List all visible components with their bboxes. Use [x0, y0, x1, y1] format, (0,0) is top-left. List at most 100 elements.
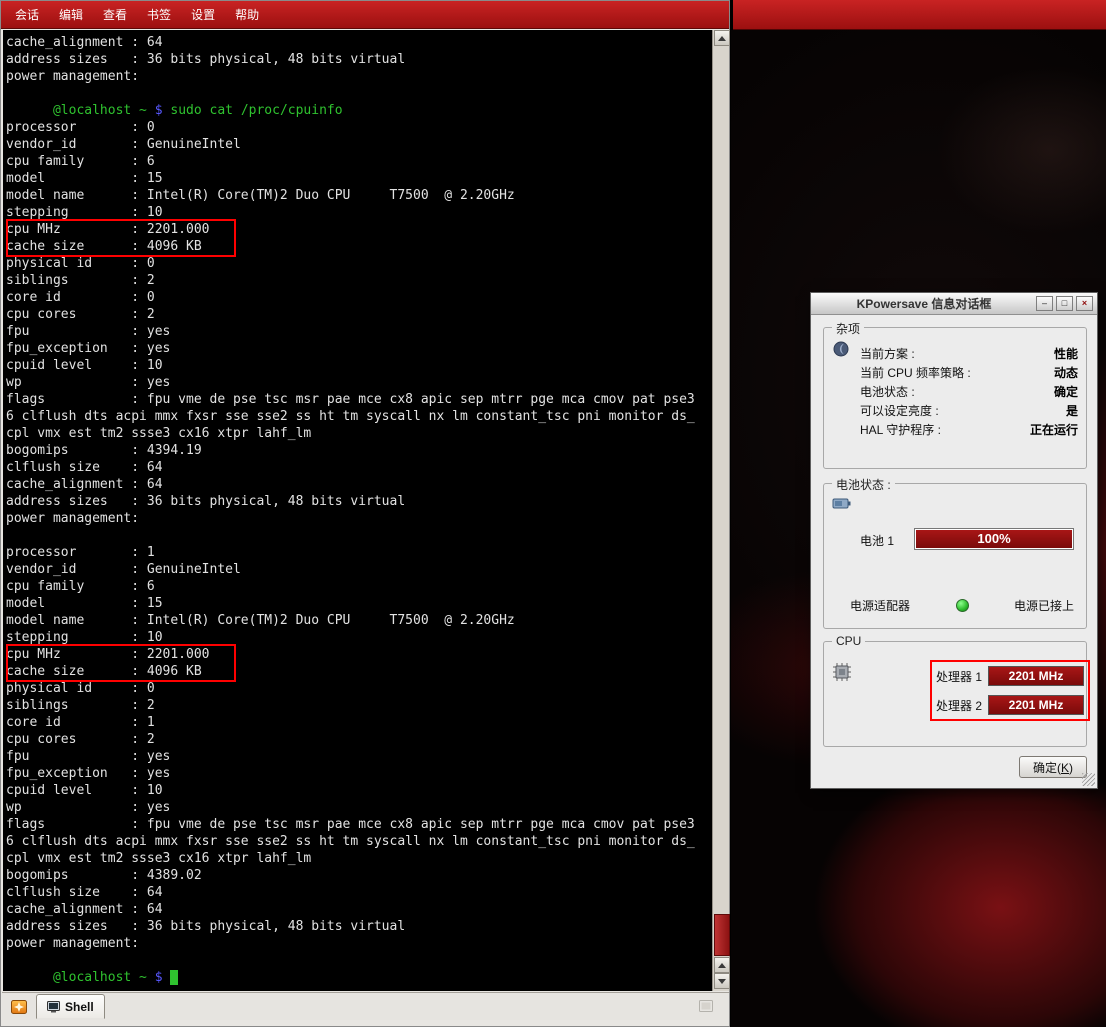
powersave-icon — [832, 340, 850, 361]
processor-row: 处理器 12201 MHz — [936, 666, 1084, 686]
battery-label: 电池 1 — [860, 532, 894, 549]
dialog-title: KPowersave 信息对话框 — [815, 295, 1033, 312]
terminal-line: flags : fpu vme de pse tsc msr pae mce c… — [6, 816, 710, 833]
info-row: 当前方案 : 性能 — [860, 344, 1078, 363]
menu-item-2[interactable]: 编辑 — [49, 3, 93, 26]
scroll-up-button[interactable] — [714, 30, 730, 46]
terminal-line: 6 clflush dts acpi mmx fxsr sse sse2 ss … — [6, 833, 710, 850]
terminal-line: siblings : 2 — [6, 272, 710, 289]
terminal-line: clflush size : 64 — [6, 884, 710, 901]
group-cpu: CPU 处理器 12201 MHz处理器 22201 MHz — [823, 641, 1087, 747]
cpu-frequency-bar: 2201 MHz — [988, 695, 1084, 715]
terminal-line — [6, 952, 710, 969]
group-battery-title: 电池状态 : — [832, 476, 895, 493]
terminal-line: fpu : yes — [6, 748, 710, 765]
shell-tab-label: Shell — [65, 1000, 94, 1014]
terminal-line: vendor_id : GenuineIntel — [6, 136, 710, 153]
dialog-titlebar[interactable]: KPowersave 信息对话框 – □ × — [811, 293, 1097, 315]
group-battery: 电池状态 : 电池 1 100% 电源适配器 电源已接上 — [823, 483, 1087, 629]
terminal-line: physical id : 0 — [6, 680, 710, 697]
new-session-button[interactable] — [7, 995, 31, 1019]
terminal-line: fpu_exception : yes — [6, 340, 710, 357]
terminal-line: cpl vmx est tm2 ssse3 cx16 xtpr lahf_lm — [6, 425, 710, 442]
scroll-up-icon — [718, 36, 726, 41]
menu-item-6[interactable]: 帮助 — [225, 3, 269, 26]
info-label: 可以设定亮度 : — [860, 402, 939, 419]
terminal-line: wp : yes — [6, 374, 710, 391]
scroll-up-icon — [718, 963, 726, 968]
terminal-line: fpu : yes — [6, 323, 710, 340]
info-label: 当前 CPU 频率策略 : — [860, 364, 971, 381]
menu-item-5[interactable]: 设置 — [181, 3, 225, 26]
menu-item-4[interactable]: 书签 — [137, 3, 181, 26]
terminal-viewport[interactable]: cache_alignment : 64address sizes : 36 b… — [3, 30, 712, 991]
terminal-line: cpu cores : 2 — [6, 731, 710, 748]
terminal-line: cpu cores : 2 — [6, 306, 710, 323]
info-row: HAL 守护程序 :正在运行 — [860, 420, 1078, 439]
info-value: 动态 — [1054, 364, 1078, 381]
terminal-line: cpu family : 6 — [6, 153, 710, 170]
terminal-line: cache size : 4096 KB — [6, 238, 710, 255]
terminal-line: cpuid level : 10 — [6, 782, 710, 799]
terminal-line: @localhost ~ $ sudo cat /proc/cpuinfo — [6, 102, 710, 119]
resize-grip[interactable] — [1082, 773, 1095, 786]
misc-rows: 当前方案 :性能当前 CPU 频率策略 :动态电池状态 :确定可以设定亮度 :是… — [860, 344, 1078, 439]
info-value: 正在运行 — [1030, 421, 1078, 438]
group-misc-title: 杂项 — [832, 320, 864, 337]
info-label: 当前方案 : — [860, 345, 915, 362]
terminal-line: cpu MHz : 2201.000 — [6, 646, 710, 663]
info-value: 确定 — [1054, 383, 1078, 400]
terminal-scrollbar[interactable] — [712, 30, 729, 991]
battery-icon — [832, 496, 852, 513]
ok-button[interactable]: 确定(K) — [1019, 756, 1087, 778]
terminal-output: cache_alignment : 64address sizes : 36 b… — [6, 34, 710, 986]
terminal-line: cpu MHz : 2201.000 — [6, 221, 710, 238]
battery-progress-bar: 100% — [914, 528, 1074, 550]
terminal-line: power management: — [6, 68, 710, 85]
battery-bar-fill: 100% — [916, 530, 1072, 548]
group-misc: 杂项 当前方案 :性能当前 CPU 频率策略 :动态电池状态 :确定可以设定亮度… — [823, 327, 1087, 469]
processor-label: 处理器 1 — [936, 668, 988, 685]
session-list-button[interactable] — [697, 997, 717, 1017]
maximize-button[interactable]: □ — [1056, 296, 1073, 311]
terminal-line — [6, 527, 710, 544]
terminal-line: address sizes : 36 bits physical, 48 bit… — [6, 493, 710, 510]
cpu-frequency-bar: 2201 MHz — [988, 666, 1084, 686]
terminal-tabbar: Shell — [2, 992, 729, 1020]
scroll-down-button[interactable] — [714, 973, 730, 989]
tab-shell[interactable]: Shell — [36, 994, 105, 1019]
shell-tab-icon — [47, 1001, 60, 1013]
menu-item-3[interactable]: 查看 — [93, 3, 137, 26]
ok-accel-key: K — [1061, 761, 1069, 775]
terminal-line: cache_alignment : 64 — [6, 34, 710, 51]
terminal-line: core id : 0 — [6, 289, 710, 306]
terminal-window: 会话编辑查看书签设置帮助 cache_alignment : 64address… — [0, 0, 730, 1027]
terminal-line: address sizes : 36 bits physical, 48 bit… — [6, 51, 710, 68]
terminal-line: model name : Intel(R) Core(TM)2 Duo CPU … — [6, 612, 710, 629]
scroll-up-button-bottom[interactable] — [714, 957, 730, 973]
terminal-line: stepping : 10 — [6, 204, 710, 221]
cpu-rows: 处理器 12201 MHz处理器 22201 MHz — [936, 666, 1084, 715]
terminal-line: bogomips : 4394.19 — [6, 442, 710, 459]
terminal-line: fpu_exception : yes — [6, 765, 710, 782]
battery-percent-text: 100% — [977, 531, 1010, 546]
ok-label: 确定( — [1033, 761, 1061, 775]
power-plugged-led — [956, 599, 969, 612]
terminal-line: cpuid level : 10 — [6, 357, 710, 374]
new-session-icon — [10, 998, 28, 1016]
close-button[interactable]: × — [1076, 296, 1093, 311]
terminal-line: address sizes : 36 bits physical, 48 bit… — [6, 918, 710, 935]
terminal-line: physical id : 0 — [6, 255, 710, 272]
terminal-line: 6 clflush dts acpi mmx fxsr sse sse2 ss … — [6, 408, 710, 425]
terminal-line: siblings : 2 — [6, 697, 710, 714]
processor-label: 处理器 2 — [936, 697, 988, 714]
terminal-line: processor : 0 — [6, 119, 710, 136]
minimize-button[interactable]: – — [1036, 296, 1053, 311]
menu-item-1[interactable]: 会话 — [5, 3, 49, 26]
adapter-status: 电源已接上 — [1014, 597, 1074, 614]
terminal-line: model name : Intel(R) Core(TM)2 Duo CPU … — [6, 187, 710, 204]
terminal-line: cache size : 4096 KB — [6, 663, 710, 680]
scrollbar-thumb[interactable] — [714, 914, 730, 956]
info-value: 性能 — [1054, 345, 1078, 362]
terminal-line: wp : yes — [6, 799, 710, 816]
